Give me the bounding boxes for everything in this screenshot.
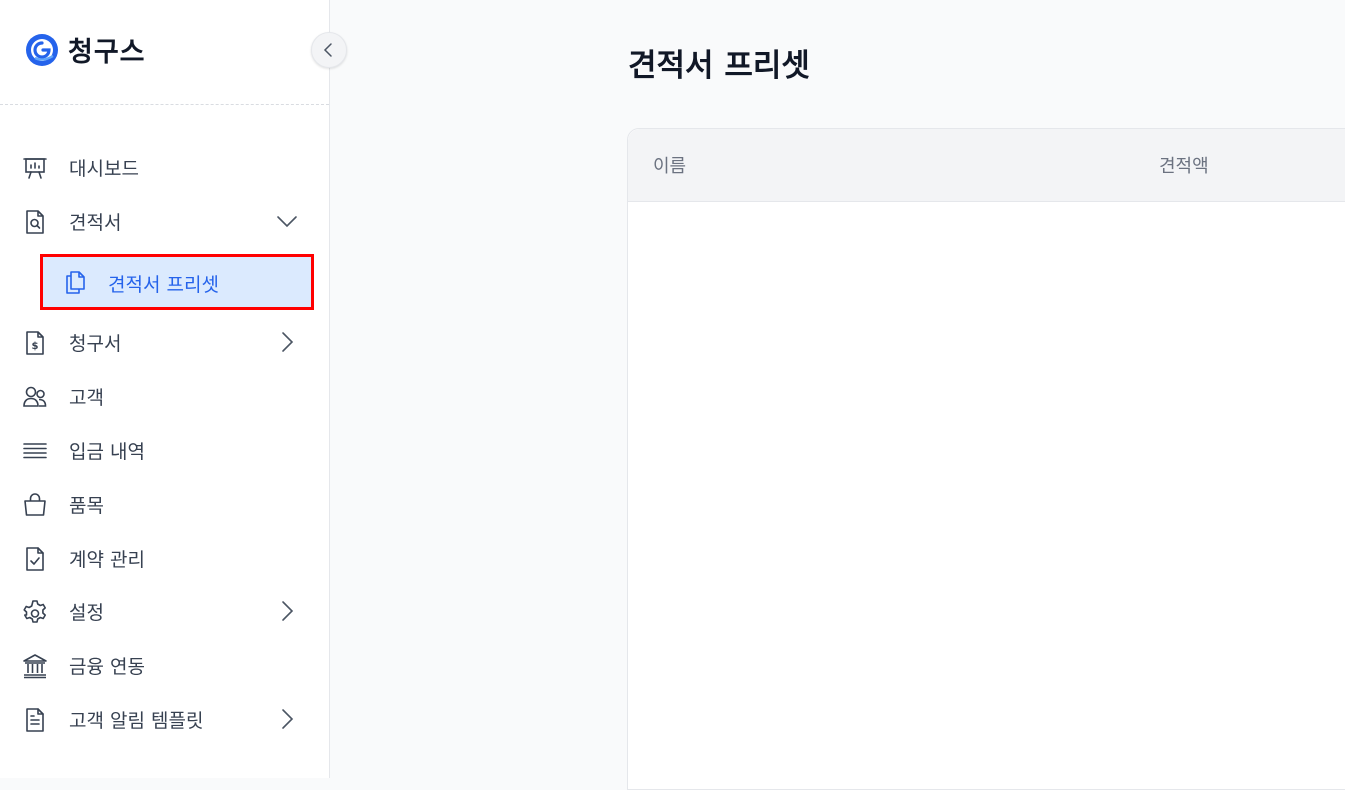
users-icon — [22, 384, 48, 410]
list-lines-icon — [22, 438, 48, 464]
sidebar-collapse-button[interactable] — [311, 32, 347, 68]
sidebar-item-finance-link[interactable]: 금융 연동 — [0, 645, 329, 685]
sidebar-item-label: 대시보드 — [69, 157, 139, 180]
sidebar-item-invoices[interactable]: $ 청구서 — [0, 322, 329, 362]
logo-area: 청구스 — [0, 0, 329, 105]
table-header: 이름 견적액 — [628, 129, 1345, 202]
column-header-amount[interactable]: 견적액 — [1159, 152, 1209, 178]
sidebar-item-label: 계약 관리 — [69, 548, 145, 571]
document-dollar-icon: $ — [22, 330, 48, 356]
document-text-icon — [22, 707, 48, 733]
chungus-logo-icon — [24, 32, 60, 68]
sidebar: 청구스 대시보드 견적서 견적서 프리셋 $ 청구서 고객 입금 내역 품목 계… — [0, 0, 330, 778]
chevron-left-icon — [321, 42, 337, 58]
chevron-right-icon — [276, 331, 298, 353]
bank-icon — [22, 653, 48, 679]
sidebar-item-label: 입금 내역 — [69, 440, 145, 463]
app-logo[interactable]: 청구스 — [24, 30, 146, 69]
presets-table: 이름 견적액 — [627, 128, 1345, 790]
svg-text:$: $ — [32, 341, 39, 352]
sidebar-item-label: 청구서 — [69, 332, 122, 355]
sidebar-subitem-label: 견적서 프리셋 — [108, 274, 219, 296]
sidebar-item-estimates[interactable]: 견적서 — [0, 201, 329, 241]
page-title: 견적서 프리셋 — [628, 48, 810, 84]
sidebar-item-label: 금융 연동 — [69, 655, 145, 678]
document-search-icon — [22, 209, 48, 235]
app-name: 청구스 — [68, 37, 146, 68]
sidebar-item-label: 고객 알림 템플릿 — [69, 709, 204, 732]
sidebar-item-label: 품목 — [69, 494, 104, 517]
chevron-right-icon — [276, 600, 298, 622]
sidebar-item-customers[interactable]: 고객 — [0, 376, 329, 416]
sidebar-item-settings[interactable]: 설정 — [0, 591, 329, 631]
chevron-right-icon — [276, 708, 298, 730]
sidebar-item-label: 고객 — [69, 386, 104, 409]
copy-documents-icon — [62, 269, 88, 295]
sidebar-item-notification-templates[interactable]: 고객 알림 템플릿 — [0, 699, 329, 739]
chevron-down-icon — [276, 210, 298, 232]
sidebar-item-deposits[interactable]: 입금 내역 — [0, 430, 329, 470]
sidebar-subitem-estimate-presets[interactable]: 견적서 프리셋 — [40, 254, 314, 310]
sidebar-item-label: 설정 — [69, 601, 104, 624]
presentation-board-icon — [22, 155, 48, 181]
sidebar-item-dashboard[interactable]: 대시보드 — [0, 147, 329, 187]
column-header-name[interactable]: 이름 — [653, 152, 686, 178]
gear-icon — [22, 599, 48, 625]
shopping-bag-icon — [22, 492, 48, 518]
sidebar-item-label: 견적서 — [69, 211, 122, 234]
document-check-icon — [22, 546, 48, 572]
sidebar-item-contracts[interactable]: 계약 관리 — [0, 538, 329, 578]
sidebar-item-products[interactable]: 품목 — [0, 484, 329, 524]
